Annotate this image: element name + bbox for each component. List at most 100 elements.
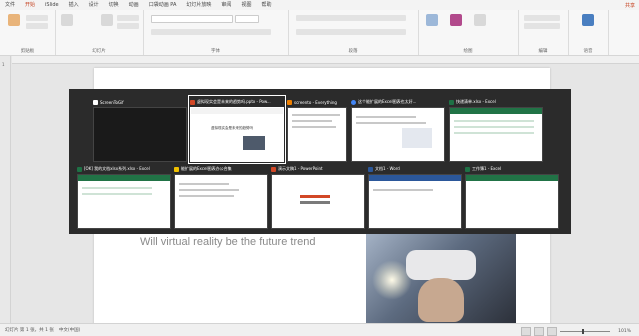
window-workbook1[interactable]: 工作簿1 - Excel: [465, 164, 559, 229]
group-label: 字体: [211, 49, 220, 54]
group-label: 剪贴板: [20, 49, 35, 54]
word-icon: [368, 166, 373, 172]
font-family-select[interactable]: [151, 15, 233, 23]
font-format-row[interactable]: [151, 29, 271, 35]
window-title: 快递清单.xlsx - Excel: [456, 99, 496, 104]
window-word[interactable]: 文档1 - Word: [368, 164, 462, 229]
zoom-level[interactable]: 101%: [618, 329, 631, 334]
list-buttons-row[interactable]: [296, 15, 406, 21]
reuse-slides-icon[interactable]: [101, 14, 113, 26]
task-switcher: ScreenToGif 虚拟现实会是未来的趋势吗.pptx - Pow... 虚…: [69, 89, 571, 234]
tab-home[interactable]: 开始: [20, 0, 41, 11]
group-voice: 语音: [568, 10, 609, 55]
slide-text[interactable]: Will virtual reality be the future trend: [140, 236, 315, 248]
vr-headset: [406, 250, 476, 280]
window-thumbnail: [465, 174, 559, 229]
window-screentogif[interactable]: ScreenToGif: [93, 97, 187, 162]
group-label: 编辑: [538, 49, 548, 54]
tab-pocket-animation[interactable]: 口袋动画 PA: [144, 0, 182, 10]
window-express-excel[interactable]: 快递清单.xlsx - Excel: [449, 97, 543, 162]
group-editing: 编辑: [518, 10, 569, 55]
powerpoint-icon: [190, 99, 195, 105]
tab-animations[interactable]: 动画: [124, 0, 144, 10]
excel-icon: [77, 166, 82, 172]
shapes-icon[interactable]: [426, 14, 438, 26]
powerpoint-icon: [271, 166, 276, 172]
reset-button[interactable]: [117, 23, 139, 29]
window-thumbnail: [368, 174, 462, 229]
group-paragraph: 段落: [288, 10, 419, 55]
group-label: 绘图: [463, 49, 473, 54]
window-presentation1[interactable]: 演示文稿1 - PowerPoint: [271, 164, 365, 229]
face: [418, 278, 464, 322]
slide-number: 1: [2, 62, 5, 67]
cut-button[interactable]: [26, 15, 48, 21]
window-folder[interactable]: 能扩展的Excel图表办公合集: [174, 164, 268, 229]
tab-slideshow[interactable]: 幻灯片放映: [181, 0, 216, 10]
window-thumbnail: [174, 174, 268, 229]
zoom-thumb[interactable]: [582, 329, 585, 334]
font-size-select[interactable]: [235, 15, 259, 23]
window-pptx-selected[interactable]: 虚拟现实会是未来的趋势吗.pptx - Pow... 虚拟现实会是未来的趋势吗: [188, 95, 286, 164]
align-buttons-row[interactable]: [296, 29, 406, 35]
everything-icon: [287, 99, 292, 105]
thumb-caption: 虚拟现实会是未来的趋势吗: [211, 126, 253, 130]
new-slide-icon[interactable]: [61, 14, 73, 26]
excel-icon: [465, 166, 470, 172]
folder-icon: [174, 166, 179, 172]
menu-bar: 文件 开始 iSlide 插入 设计 切换 动画 口袋动画 PA 幻灯片放映 审…: [0, 0, 639, 11]
chrome-icon: [351, 99, 356, 105]
group-label: 段落: [348, 49, 358, 54]
window-thumbnail: 虚拟现实会是未来的趋势吗: [190, 107, 284, 162]
window-ok-excel[interactable]: [OK] 我的文档xlsx系列.xlsx - Excel: [77, 164, 171, 229]
tab-transitions[interactable]: 切换: [104, 0, 124, 10]
layout-button[interactable]: [117, 15, 139, 21]
tab-help[interactable]: 帮助: [256, 0, 276, 10]
window-title: 虚拟现实会是未来的趋势吗.pptx - Pow...: [197, 99, 271, 104]
horizontal-ruler: [12, 56, 639, 64]
tab-islide[interactable]: iSlide: [40, 0, 64, 10]
excel-icon: [449, 99, 454, 105]
group-label: 幻灯片: [92, 49, 106, 54]
quick-styles-icon[interactable]: [474, 14, 486, 26]
ribbon: 剪贴板 幻灯片 字体 段落 绘图 编辑 语音: [0, 10, 639, 56]
window-thumbnail: [449, 107, 543, 162]
window-thumbnail: [77, 174, 171, 229]
group-slides: 幻灯片: [55, 10, 144, 55]
paste-icon[interactable]: [8, 14, 20, 26]
status-bar: 幻灯片 第 1 张，共 1 张 中文(中国) 101%: [0, 323, 639, 336]
window-browser[interactable]: 这个能扩展的Excel图表也太好...: [351, 97, 445, 162]
tab-design[interactable]: 设计: [84, 0, 104, 10]
vr-photo[interactable]: [366, 228, 516, 326]
dictate-icon[interactable]: [582, 14, 594, 26]
window-title: ScreenToGif: [100, 99, 124, 105]
group-label: 语音: [583, 49, 593, 54]
group-clipboard: 剪贴板: [0, 10, 56, 55]
share-button[interactable]: 共享: [625, 2, 635, 9]
window-thumbnail: [351, 107, 445, 162]
window-title: 演示文稿1 - PowerPoint: [278, 166, 323, 171]
window-title: [OK] 我的文档xlsx系列.xlsx - Excel: [84, 166, 150, 171]
language[interactable]: 中文(中国): [59, 327, 81, 333]
tab-view[interactable]: 视图: [236, 0, 256, 10]
group-font: 字体: [143, 10, 289, 55]
tab-insert[interactable]: 插入: [64, 0, 84, 10]
copy-button[interactable]: [26, 23, 48, 29]
slide-thumbnail-pane[interactable]: 1: [0, 56, 11, 323]
window-thumbnail: [287, 107, 347, 162]
window-thumbnail: [93, 107, 187, 162]
window-title: 能扩展的Excel图表办公合集: [181, 166, 232, 171]
window-everything[interactable]: screento - Everything: [287, 97, 347, 162]
replace-button[interactable]: [524, 23, 560, 29]
group-drawing: 绘图: [418, 10, 519, 55]
screentogif-icon: [93, 99, 98, 105]
window-title: 这个能扩展的Excel图表也太好...: [358, 99, 417, 104]
arrange-icon[interactable]: [450, 14, 462, 26]
zoom-slider[interactable]: [560, 329, 611, 334]
find-button[interactable]: [524, 15, 560, 21]
window-title: 工作簿1 - Excel: [472, 166, 502, 171]
window-thumbnail: [271, 174, 365, 229]
tab-file[interactable]: 文件: [0, 0, 20, 10]
slide-count: 幻灯片 第 1 张，共 1 张: [5, 328, 54, 333]
tab-review[interactable]: 审阅: [216, 0, 236, 10]
